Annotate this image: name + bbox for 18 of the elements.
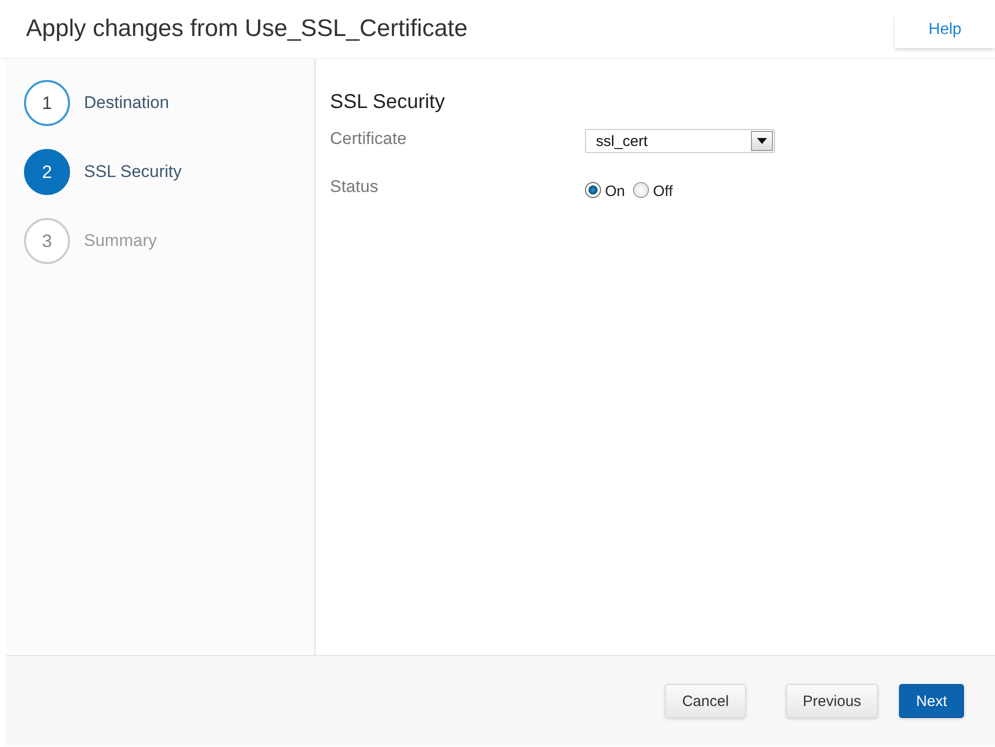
step-number: 1 (24, 80, 70, 126)
footer-button[interactable]: Previous (786, 684, 878, 718)
footer-button[interactable]: Next (899, 684, 964, 718)
help-button[interactable]: Help (895, 12, 995, 48)
radio-button[interactable] (585, 182, 601, 198)
field-label: Certificate (330, 128, 408, 149)
step-label[interactable]: Destination (84, 93, 170, 113)
radio-label: On (605, 182, 626, 200)
radio-label: Off (653, 182, 673, 200)
certificate-dropdown[interactable]: ssl_cert (585, 129, 775, 153)
step-number: 2 (24, 149, 70, 195)
section-title: SSL Security (330, 91, 446, 114)
step-number: 3 (24, 218, 70, 264)
radio-button[interactable] (633, 182, 650, 198)
footer-button[interactable]: Cancel (665, 684, 746, 718)
dialog-title: Apply changes from Use_SSL_Certificate (26, 15, 468, 43)
field-label: Status (330, 176, 380, 197)
step-label[interactable]: SSL Security (84, 162, 182, 182)
